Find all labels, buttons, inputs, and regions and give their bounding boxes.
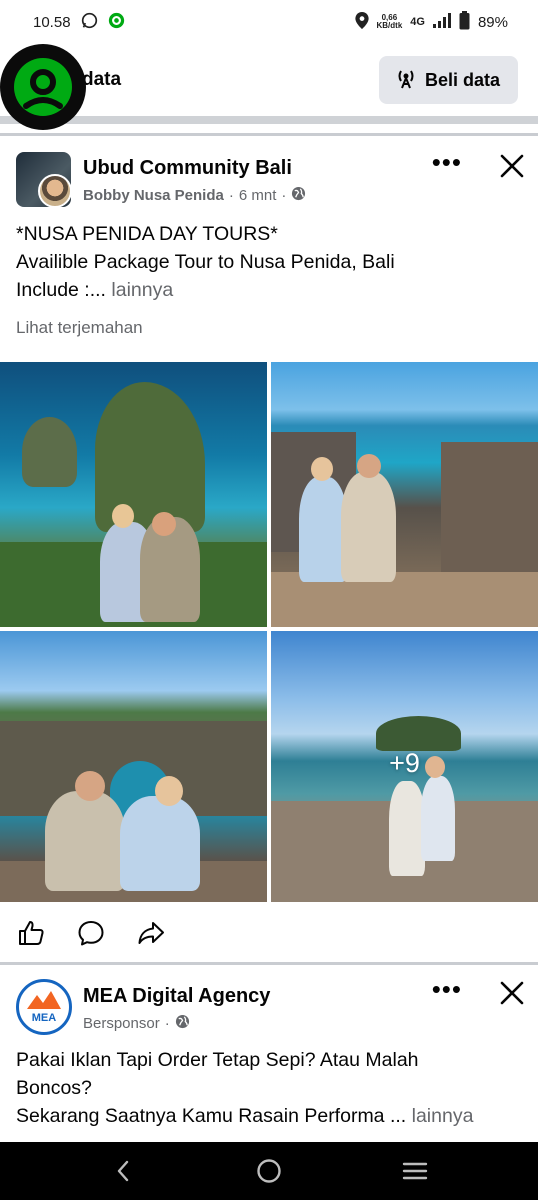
ad-text-line: Sekarang Saatnya Kamu Rasain Performa ..… [16,1105,407,1127]
ad-name[interactable]: MEA Digital Agency [83,985,270,1008]
data-title: data [82,69,122,90]
separator-dot: · [164,1015,170,1032]
separator-dot: · [281,187,287,204]
ad-text-line: Boncos? [16,1077,92,1099]
home-icon[interactable] [249,1151,289,1191]
more-icon[interactable]: ••• [432,149,462,175]
photo-beach-couple[interactable]: +9 [271,631,538,902]
more-icon[interactable]: ••• [432,976,462,1002]
clock: 10.58 [33,13,71,31]
ad-header: MEA MEA Digital Agency Bersponsor · ••• [16,976,526,1039]
back-icon[interactable] [103,1151,143,1191]
divider [0,962,538,965]
recents-icon[interactable] [395,1151,435,1191]
signal-icon [432,12,451,32]
ad-avatar[interactable]: MEA [16,979,72,1035]
ad-text-line: Pakai Iklan Tapi Order Tetap Sepi? Atau … [16,1049,419,1071]
ad-text: Pakai Iklan Tapi Order Tetap Sepi? Atau … [16,1046,526,1130]
author-name[interactable]: Bobby Nusa Penida [83,187,224,204]
network-speed-unit: KB/dtk [376,21,403,30]
reaction-bar [16,915,166,951]
gojek-floating-icon[interactable] [0,44,86,130]
close-icon[interactable] [498,979,526,1007]
see-more-link[interactable]: lainnya [111,279,173,301]
location-icon [354,11,369,33]
buy-data-button[interactable]: Beli data [378,56,518,104]
post-text-line: Include :... [16,279,106,301]
battery-icon [459,10,470,34]
photo-kelingking-beach[interactable] [0,362,267,627]
comment-icon[interactable] [76,918,106,948]
ad-subtitle: Bersponsor · [83,1014,270,1033]
post-subtitle: Bobby Nusa Penida · 6 mnt · [83,186,306,205]
post-text: *NUSA PENIDA DAY TOURS* Availible Packag… [16,220,526,304]
antenna-icon [395,67,417,94]
close-icon[interactable] [498,152,526,180]
see-more-link[interactable]: lainnya [412,1105,474,1127]
network-type: 4G [410,16,425,28]
post-text-line: *NUSA PENIDA DAY TOURS* [16,223,278,245]
system-nav-bar [0,1142,538,1200]
photo-angel-billabong-arch[interactable] [0,631,267,902]
gojek-icon [108,12,125,33]
ad-logo-text: MEA [32,1012,57,1024]
battery-level: 89% [477,13,508,31]
divider [0,116,538,124]
whatsapp-icon [81,12,98,33]
like-icon[interactable] [16,918,46,948]
globe-icon [175,1014,190,1033]
divider [0,133,538,136]
see-translation-link[interactable]: Lihat terjemahan [16,318,143,338]
status-bar: 10.58 0,66 KB/dtk 4G 89% [0,0,538,44]
page-name[interactable]: Ubud Community Bali [83,157,306,180]
user-avatar[interactable] [38,174,72,208]
network-speed: 0,66 KB/dtk [377,14,403,30]
photo-grid: +9 [0,362,538,902]
buy-data-label: Beli data [424,69,500,90]
share-icon[interactable] [136,918,166,948]
post-text-line: Availible Package Tour to Nusa Penida, B… [16,251,395,273]
separator-dot: · [228,187,234,204]
globe-icon [291,186,306,205]
post-header: Ubud Community Bali Bobby Nusa Penida · … [16,149,526,210]
sponsored-label: Bersponsor [83,1015,160,1032]
more-photos-count[interactable]: +9 [271,631,538,902]
avatar[interactable] [16,152,72,208]
photo-broken-beach-rocks[interactable] [271,362,538,627]
post-time[interactable]: 6 mnt [239,187,277,204]
